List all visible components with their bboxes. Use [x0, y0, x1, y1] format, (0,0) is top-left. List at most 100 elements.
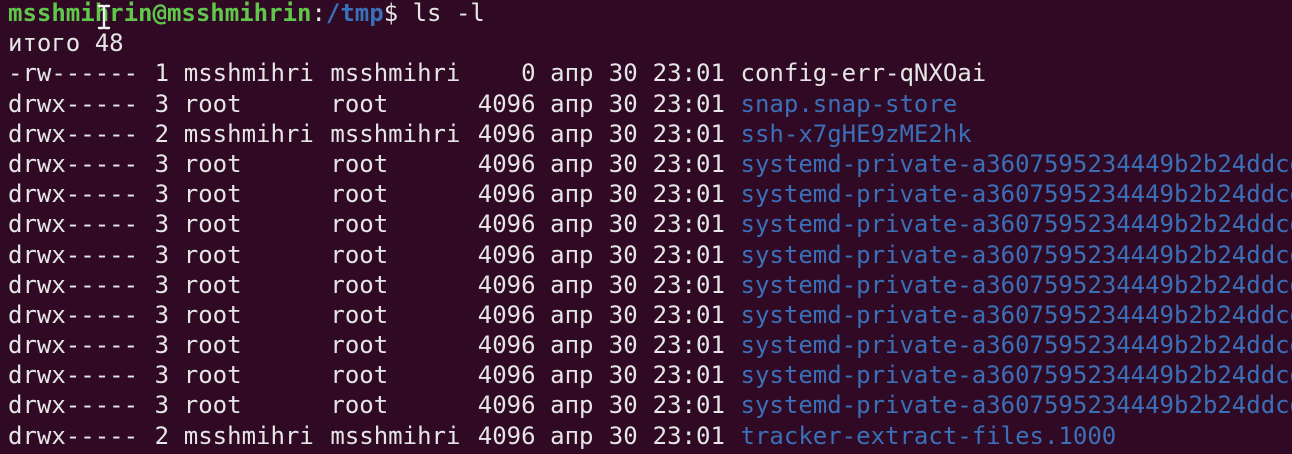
entry-owner: root [183, 300, 242, 329]
entry-month: апр [550, 300, 594, 329]
entry-permissions: drwx------ [8, 421, 140, 450]
listing-row: -rw------- 1 msshmihrin msshmihrin 0 апр 30 23:… [8, 58, 1292, 88]
entry-links: 3 [154, 270, 170, 299]
entry-time: 23:01 [652, 270, 725, 299]
listing-row: drwx------ 2 msshmihrin msshmihrin 4096 апр 30… [8, 421, 1292, 451]
entry-size: 4096 [477, 119, 536, 148]
listing-row: drwx------ 3 root root 4096 апр 30 23:01 systemd… [8, 240, 1292, 270]
entry-owner: root [183, 270, 242, 299]
total-line: итого 48 [8, 29, 124, 58]
entry-group: root [330, 300, 389, 329]
command-text: ls -l [398, 0, 485, 27]
entry-name: systemd-private-a3607595234449b2b24ddcdf… [740, 270, 1292, 299]
entry-day: 30 [608, 300, 638, 329]
entry-month: апр [550, 149, 594, 178]
entry-links: 3 [154, 331, 170, 360]
entry-links: 3 [154, 391, 170, 420]
entry-group: root [330, 270, 389, 299]
entry-permissions: drwx------ [8, 119, 140, 148]
entry-day: 30 [608, 119, 638, 148]
entry-day: 30 [608, 59, 638, 88]
entry-owner: root [183, 331, 242, 360]
prompt-symbol: $ [383, 0, 399, 27]
listing-row: drwx------ 3 root root 4096 апр 30 23:01 systemd… [8, 270, 1292, 300]
entry-name: snap.snap-store [740, 89, 958, 118]
listing-row: drwx------ 3 root root 4096 апр 30 23:01 systemd… [8, 209, 1292, 239]
entry-links: 2 [154, 119, 170, 148]
entry-owner: root [183, 391, 242, 420]
entry-name: systemd-private-a3607595234449b2b24ddcdf… [740, 361, 1292, 390]
listing-row: drwx------ 3 root root 4096 апр 30 23:01 systemd… [8, 149, 1292, 179]
entry-month: апр [550, 89, 594, 118]
entry-links: 1 [154, 59, 170, 88]
entry-time: 23:01 [652, 149, 725, 178]
entry-permissions: drwx------ [8, 210, 140, 239]
entry-owner: msshmihrin [183, 119, 316, 148]
entry-size: 4096 [477, 300, 536, 329]
entry-day: 30 [608, 361, 638, 390]
entry-size: 4096 [477, 391, 536, 420]
entry-name: systemd-private-a3607595234449b2b24ddcdf… [740, 391, 1292, 420]
entry-group: root [330, 89, 389, 118]
listing-row: drwx------ 3 root root 4096 апр 30 23:01 systemd… [8, 360, 1292, 390]
entry-group: msshmihrin [330, 421, 463, 450]
entry-permissions: drwx------ [8, 391, 140, 420]
entry-size: 4096 [477, 361, 536, 390]
entry-group: root [330, 240, 389, 269]
entry-month: апр [550, 119, 594, 148]
entry-month: апр [550, 331, 594, 360]
entry-name: systemd-private-a3607595234449b2b24ddcdf… [740, 149, 1292, 178]
entry-size: 4096 [477, 210, 536, 239]
entry-permissions: drwx------ [8, 149, 140, 178]
entry-month: апр [550, 59, 594, 88]
entry-permissions: drwx------ [8, 240, 140, 269]
entry-owner: msshmihrin [183, 421, 316, 450]
entry-owner: root [183, 361, 242, 390]
entry-group: root [330, 180, 389, 209]
entry-owner: root [183, 149, 242, 178]
entry-owner: root [183, 210, 242, 239]
entry-permissions: drwx------ [8, 270, 140, 299]
entry-owner: root [183, 89, 242, 118]
entry-time: 23:01 [652, 89, 725, 118]
entry-day: 30 [608, 180, 638, 209]
entry-size: 4096 [477, 240, 536, 269]
entry-links: 2 [154, 421, 170, 450]
entry-group: root [330, 391, 389, 420]
terminal-output: msshmihrin@msshmihrin:/tmp$ ls -l итого … [8, 0, 1292, 451]
entry-permissions: drwx------ [8, 89, 140, 118]
prompt-line: msshmihrin@msshmihrin:/tmp$ ls -l [8, 0, 1292, 28]
entry-name: tracker-extract-files.1000 [740, 421, 1117, 450]
listing-row: drwx------ 3 root root 4096 апр 30 23:01 systemd… [8, 330, 1292, 360]
entry-time: 23:01 [652, 119, 725, 148]
entry-day: 30 [608, 391, 638, 420]
entry-month: апр [550, 361, 594, 390]
entry-size: 0 [521, 59, 536, 88]
entry-permissions: -rw------- [8, 59, 140, 88]
entry-month: апр [550, 210, 594, 239]
entry-permissions: drwx------ [8, 180, 140, 209]
prompt-cwd: /tmp [325, 0, 384, 27]
entry-name: systemd-private-a3607595234449b2b24ddcdf… [740, 180, 1292, 209]
entry-links: 3 [154, 300, 170, 329]
terminal-window[interactable]: msshmihrin@msshmihrin:/tmp$ ls -l итого … [0, 0, 1292, 454]
prompt-user-host: msshmihrin@msshmihrin [8, 0, 312, 27]
entry-day: 30 [608, 240, 638, 269]
entry-month: апр [550, 180, 594, 209]
entry-name: ssh-x7gHE9zME2hk [740, 119, 972, 148]
entry-group: msshmihrin [330, 119, 463, 148]
entry-name: config-err-qNXOai [740, 59, 987, 88]
entry-day: 30 [608, 421, 638, 450]
entry-time: 23:01 [652, 361, 725, 390]
entry-permissions: drwx------ [8, 361, 140, 390]
listing-row: drwx------ 3 root root 4096 апр 30 23:01 systemd… [8, 390, 1292, 420]
entry-name: systemd-private-a3607595234449b2b24ddcdf… [740, 240, 1292, 269]
entry-size: 4096 [477, 149, 536, 178]
entry-time: 23:01 [652, 331, 725, 360]
entry-month: апр [550, 240, 594, 269]
entry-day: 30 [608, 89, 638, 118]
prompt-separator: : [311, 0, 326, 27]
entry-time: 23:01 [652, 421, 725, 450]
listing-row: drwx------ 3 root root 4096 апр 30 23:01 systemd… [8, 179, 1292, 209]
entry-day: 30 [608, 210, 638, 239]
